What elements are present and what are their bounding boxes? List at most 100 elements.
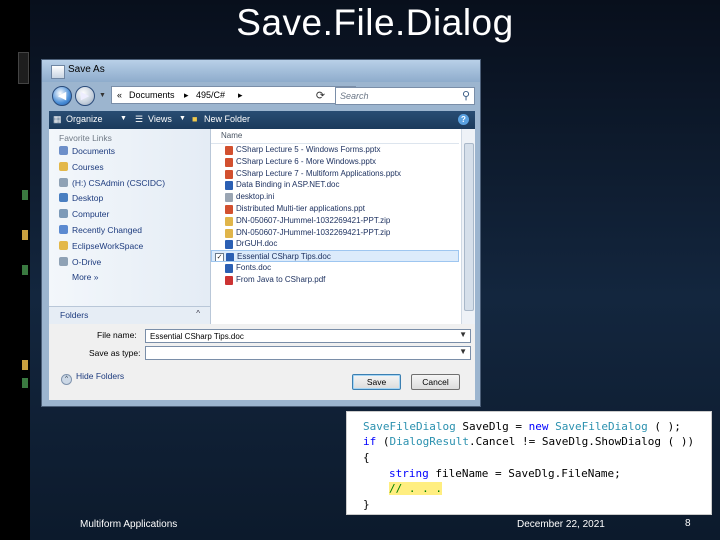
favorite-link[interactable]: Recently Changed <box>59 225 142 235</box>
save-button[interactable]: Save <box>352 374 401 390</box>
favorite-link-label: Documents <box>72 146 115 156</box>
code-line: { <box>363 451 370 464</box>
favorite-link[interactable]: O-Drive <box>59 256 102 267</box>
file-row[interactable]: CSharp Lecture 7 - Multiform Application… <box>211 168 459 180</box>
save-as-dialog: Save As ◀ ▶ ▼ « Documents ▸ 495/C# ▸ ▼ ⟳… <box>41 59 481 407</box>
code-line: SaveFileDialog SaveDlg = new SaveFileDia… <box>363 420 681 433</box>
accent-bar <box>18 52 29 84</box>
footer-title: Multiform Applications <box>80 519 178 530</box>
favorite-link-label: O-Drive <box>72 256 102 267</box>
file-icon <box>225 157 233 167</box>
file-name: DN-050607-JHummel-1032269421-PPT.zip <box>236 227 391 237</box>
scrollbar-thumb[interactable] <box>464 143 474 311</box>
search-placeholder: Search <box>340 91 369 101</box>
file-icon <box>225 216 233 226</box>
column-header-name[interactable]: Name <box>211 129 459 144</box>
favorite-link[interactable]: EclipseWorkSpace <box>59 240 144 251</box>
search-icon[interactable]: ⚲ <box>462 89 470 102</box>
folder-icon <box>59 193 68 203</box>
address-segment-documents[interactable]: Documents <box>129 90 175 100</box>
browser-area: Favorite Links Documents Courses (H:) CSAd… <box>49 129 475 324</box>
address-separator[interactable]: ▸ <box>238 90 243 101</box>
file-row[interactable]: DN-050607-JHummel-1032269421-PPT.zip <box>211 215 459 227</box>
help-icon[interactable]: ? <box>458 114 469 125</box>
checkbox-icon[interactable]: ✓ <box>215 253 224 262</box>
vertical-scrollbar[interactable] <box>461 129 475 324</box>
favorite-link[interactable]: Computer <box>59 209 109 219</box>
file-name: Data Binding in ASP.NET.doc <box>236 180 340 190</box>
refresh-icon[interactable]: ⟳ <box>312 88 329 105</box>
save-as-type-select[interactable]: ▼ <box>145 346 471 360</box>
file-row[interactable]: Fonts.doc <box>211 262 459 274</box>
favorite-link[interactable]: (H:) CSAdmin (CSCIDC) <box>59 177 165 188</box>
code-line: } <box>363 498 370 511</box>
file-name: From Java to CSharp.pdf <box>236 274 326 284</box>
views-menu[interactable]: Views <box>148 114 172 124</box>
folder-icon <box>59 146 68 155</box>
file-name: CSharp Lecture 5 - Windows Forms.pptx <box>236 145 381 154</box>
file-name: CSharp Lecture 7 - Multiform Application… <box>236 168 401 178</box>
file-row[interactable]: CSharp Lecture 6 - More Windows.pptx <box>211 156 459 168</box>
file-row[interactable]: DN-050607-JHummel-1032269421-PPT.zip <box>211 227 459 239</box>
favorite-link-label: EclipseWorkSpace <box>72 240 144 251</box>
slide-title: Save.File.Dialog <box>236 2 514 43</box>
favorite-link[interactable]: Courses <box>59 161 104 172</box>
file-name: DrGUH.doc <box>236 239 278 249</box>
cancel-button[interactable]: Cancel <box>411 374 460 390</box>
address-row: ◀ ▶ ▼ « Documents ▸ 495/C# ▸ ▼ ⟳ Search … <box>42 82 480 108</box>
chevron-down-icon: ▼ <box>120 115 127 122</box>
file-row[interactable]: Distributed Multi-tier applications.ppt <box>211 203 459 215</box>
file-icon <box>225 264 233 273</box>
dialog-title-bar: Save As <box>42 60 480 82</box>
folders-toggle[interactable]: Folders ^ <box>49 306 210 324</box>
address-segment-folder[interactable]: 495/C# <box>196 90 225 100</box>
organize-menu[interactable]: Organize <box>66 114 103 124</box>
side-tick <box>22 360 28 370</box>
favorite-link-label: Computer <box>72 209 110 220</box>
forward-arrow-icon[interactable]: ▶ <box>75 86 95 106</box>
file-row[interactable]: CSharp Lecture 5 - Windows Forms.pptx <box>211 144 459 156</box>
navigation-pane: Favorite Links Documents Courses (H:) CSAd… <box>49 129 211 324</box>
file-name-label: File name: <box>97 330 137 340</box>
favorite-link-label: Desktop <box>72 193 104 204</box>
favorite-link[interactable]: Desktop <box>59 193 103 203</box>
file-icon <box>225 169 233 179</box>
history-dropdown-icon[interactable]: ▼ <box>99 92 106 99</box>
file-name: Distributed Multi-tier applications.ppt <box>236 204 365 213</box>
file-row[interactable]: DrGUH.doc <box>211 238 459 250</box>
folder-icon <box>59 256 68 266</box>
file-row[interactable]: From Java to CSharp.pdf <box>211 274 459 286</box>
address-separator[interactable]: ▸ <box>184 90 189 101</box>
file-icon <box>225 275 233 285</box>
code-snippet: SaveFileDialog SaveDlg = new SaveFileDia… <box>346 411 712 515</box>
file-icon <box>225 205 233 214</box>
file-icon <box>225 181 233 191</box>
footer-date: December 22, 2021 <box>517 519 605 530</box>
file-name-field[interactable]: Essential CSharp Tips.doc ▼ <box>145 329 471 343</box>
file-row[interactable]: Data Binding in ASP.NET.doc <box>211 179 459 191</box>
file-row[interactable]: desktop.ini <box>211 191 459 203</box>
file-list-pane: Name CSharp Lecture 5 - Windows Forms.pp… <box>211 129 475 324</box>
search-input[interactable]: Search ⚲ <box>335 87 475 105</box>
favorite-link-label: More » <box>72 272 99 283</box>
folder-icon <box>59 225 68 234</box>
new-folder-button[interactable]: New Folder <box>204 114 250 124</box>
back-arrow-icon[interactable]: ◀ <box>52 86 72 106</box>
save-as-type-label: Save as type: <box>89 348 141 358</box>
favorite-link[interactable]: Documents <box>59 146 115 156</box>
favorite-link-label: Recently Changed <box>72 225 142 235</box>
side-tick <box>22 230 28 240</box>
file-name: DN-050607-JHummel-1032269421-PPT.zip <box>236 215 391 225</box>
file-row[interactable]: ✓ Essential CSharp Tips.doc <box>211 250 459 262</box>
favorite-link[interactable]: More » <box>72 272 98 282</box>
file-icon <box>225 228 233 238</box>
file-name-value: Essential CSharp Tips.doc <box>150 332 244 341</box>
save-options-area: File name: Essential CSharp Tips.doc ▼ S… <box>49 324 475 400</box>
hide-folders-toggle[interactable]: ^ Hide Folders <box>61 371 124 385</box>
folder-icon <box>59 209 68 219</box>
folders-label: Folders <box>60 310 89 320</box>
chevron-down-icon[interactable]: ▼ <box>459 347 467 356</box>
chevron-down-icon[interactable]: ▼ <box>459 330 467 339</box>
side-tick <box>22 265 28 275</box>
folder-icon <box>59 161 68 171</box>
